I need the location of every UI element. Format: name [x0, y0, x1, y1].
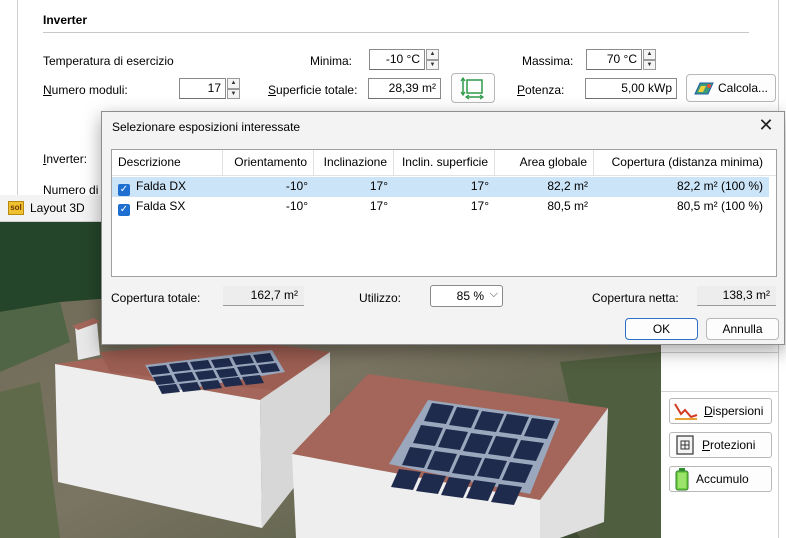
- checkbox-checked-icon[interactable]: ✓: [118, 204, 130, 216]
- surface-label: Superficie totale:: [268, 83, 358, 97]
- column-header[interactable]: Descrizione: [112, 150, 223, 176]
- table-header: Descrizione Orientamento Inclinazione In…: [112, 150, 776, 176]
- power-field[interactable]: 5,00 kWp: [585, 78, 677, 99]
- dispersion-chart-icon: [674, 403, 698, 420]
- area-cell: 82,2 m²: [547, 179, 588, 193]
- surface-inclination-cell: 17°: [470, 199, 489, 213]
- inverter-section-title: Inverter: [43, 13, 88, 27]
- usage-select-value: 85 %: [456, 289, 484, 303]
- side-panel-divider: [661, 391, 778, 392]
- surface-inclination-cell: 17°: [470, 179, 489, 193]
- dispersioni-button[interactable]: Dispersioni: [669, 398, 772, 424]
- battery-icon: [675, 468, 689, 491]
- coverage-cell: 80,5 m² (100 %): [676, 199, 763, 213]
- column-header[interactable]: Area globale: [495, 150, 594, 176]
- form-border-left: [17, 0, 18, 195]
- total-coverage-label: Copertura totale:: [111, 291, 201, 305]
- checkbox-checked-icon[interactable]: ✓: [118, 184, 130, 196]
- area-cell: 80,5 m²: [547, 199, 588, 213]
- solar-map-icon: [694, 82, 714, 95]
- row-name: Falda SX: [136, 199, 186, 213]
- orientation-cell: -10°: [285, 179, 308, 193]
- side-panel-top-edge: [661, 345, 778, 353]
- row-description-cell: ✓ Falda SX: [112, 197, 223, 217]
- min-temp-field[interactable]: -10 °C: [369, 49, 425, 70]
- spin-up-icon[interactable]: ▲: [643, 49, 656, 60]
- protection-panel-icon: [676, 435, 694, 455]
- exposures-table: Descrizione Orientamento Inclinazione In…: [111, 149, 777, 277]
- inclination-cell: 17°: [369, 179, 388, 193]
- calculate-button-label: Calcola...: [717, 81, 769, 95]
- table-row[interactable]: ✓ Falda SX -10° 17° 17° 80,5 m² 80,5 m² (…: [112, 197, 769, 217]
- spin-down-icon[interactable]: ▼: [227, 88, 240, 99]
- orientation-cell: -10°: [285, 199, 308, 213]
- resize-layout-button[interactable]: [451, 73, 495, 103]
- power-label: Potenza:: [517, 83, 565, 97]
- side-panel: Dispersioni Protezioni Accumulo: [661, 345, 778, 538]
- column-header[interactable]: Orientamento: [223, 150, 314, 176]
- min-temp-spinner[interactable]: ▲ ▼: [426, 49, 439, 70]
- exposure-selection-dialog: Selezionare esposizioni interessate ✕ De…: [101, 111, 785, 345]
- max-temp-field[interactable]: 70 °C: [586, 49, 642, 70]
- dispersioni-label: Dispersioni: [704, 404, 764, 418]
- resize-icon: [460, 76, 485, 100]
- max-temp-spinner[interactable]: ▲ ▼: [643, 49, 656, 70]
- accumulo-button[interactable]: Accumulo: [669, 466, 772, 492]
- section-divider: [43, 32, 749, 33]
- spin-up-icon[interactable]: ▲: [227, 78, 240, 89]
- net-coverage-value: 138,3 m²: [697, 286, 776, 306]
- spin-down-icon[interactable]: ▼: [643, 59, 656, 70]
- layout3d-title: Layout 3D: [30, 201, 85, 215]
- column-header[interactable]: Inclin. superficie: [394, 150, 495, 176]
- cancel-button[interactable]: Annulla: [706, 318, 779, 340]
- modules-spinner[interactable]: ▲ ▼: [227, 78, 240, 99]
- usage-label: Utilizzo:: [359, 291, 402, 305]
- protezioni-button[interactable]: Protezioni: [669, 432, 772, 458]
- inverter-label: Inverter:: [43, 152, 88, 166]
- modules-label: Numero moduli:: [43, 83, 128, 97]
- app-logo-icon: sol: [8, 201, 24, 215]
- spin-up-icon[interactable]: ▲: [426, 49, 439, 60]
- temperature-label: Temperatura di esercizio: [43, 54, 174, 68]
- min-temp-label: Minima:: [310, 54, 353, 68]
- column-header[interactable]: Copertura (distanza minima): [594, 150, 769, 176]
- modules-field[interactable]: 17: [179, 78, 226, 99]
- row-name: Falda DX: [136, 179, 187, 193]
- accumulo-label: Accumulo: [696, 472, 749, 486]
- column-header[interactable]: Inclinazione: [314, 150, 394, 176]
- usage-select[interactable]: 85 % ⌵: [430, 285, 503, 307]
- layout3d-titlebar[interactable]: sol Layout 3D: [0, 195, 110, 222]
- inclination-cell: 17°: [369, 199, 388, 213]
- calculate-button[interactable]: Calcola...: [686, 74, 776, 102]
- protezioni-label: Protezioni: [702, 438, 756, 452]
- net-coverage-label: Copertura netta:: [592, 291, 679, 305]
- table-row[interactable]: ✓ Falda DX -10° 17° 17° 82,2 m² 82,2 m² (…: [112, 177, 769, 197]
- close-icon[interactable]: ✕: [756, 116, 776, 136]
- spin-down-icon[interactable]: ▼: [426, 59, 439, 70]
- row-description-cell: ✓ Falda DX: [112, 177, 223, 197]
- chevron-down-icon: ⌵: [489, 288, 498, 300]
- coverage-cell: 82,2 m² (100 %): [676, 179, 763, 193]
- max-temp-label: Massima:: [522, 54, 574, 68]
- total-coverage-value: 162,7 m²: [223, 286, 304, 306]
- ok-button[interactable]: OK: [625, 318, 698, 340]
- dialog-title: Selezionare esposizioni interessate: [112, 120, 301, 134]
- surface-field[interactable]: 28,39 m²: [368, 78, 441, 99]
